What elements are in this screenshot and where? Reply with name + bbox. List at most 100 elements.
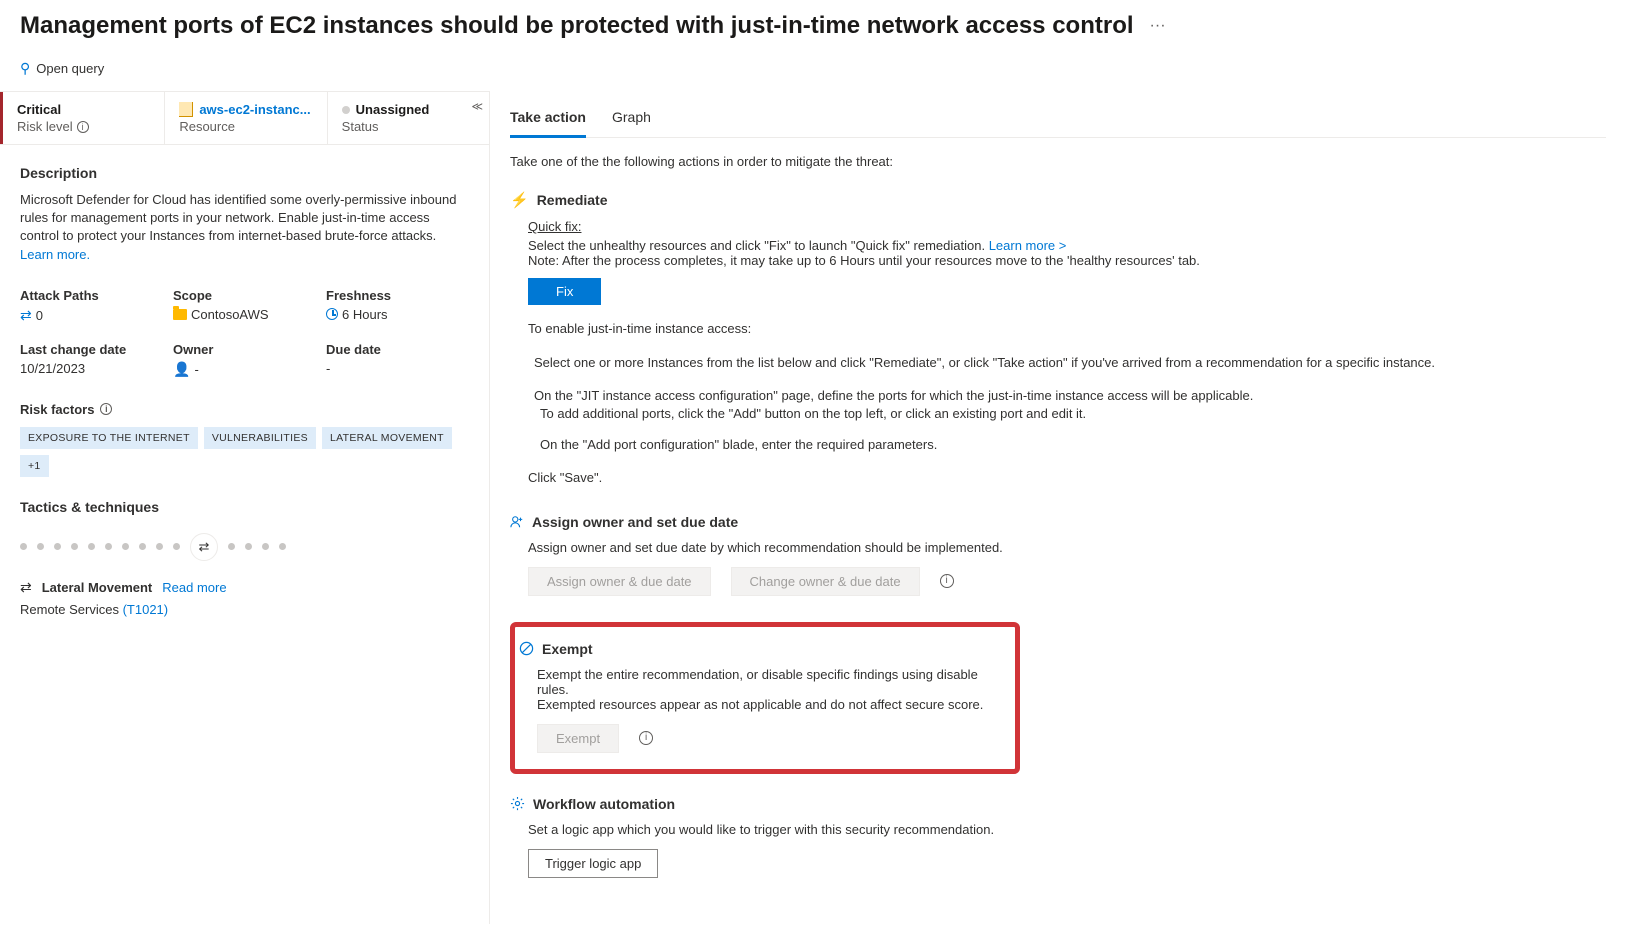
risk-tag-more[interactable]: +1 <box>20 455 49 477</box>
assign-owner-button[interactable]: Assign owner & due date <box>528 567 711 596</box>
chain-dot <box>262 543 269 550</box>
remediate-step3: On the "Add port configuration" blade, e… <box>540 435 1606 455</box>
more-actions-icon[interactable]: ··· <box>1150 17 1166 35</box>
status-dot-icon <box>342 106 350 114</box>
read-more-link[interactable]: Read more <box>162 580 226 595</box>
chain-dot <box>88 543 95 550</box>
page-title: Management ports of EC2 instances should… <box>20 12 1134 40</box>
open-query-link[interactable]: ⚲ Open query <box>20 60 104 77</box>
resource-icon <box>179 103 193 117</box>
chain-dot <box>139 543 146 550</box>
last-change-value: 10/21/2023 <box>20 361 163 376</box>
remediate-title: Remediate <box>537 192 608 208</box>
description-learn-more-link[interactable]: Learn more. <box>20 247 90 262</box>
info-icon[interactable]: i <box>639 731 653 745</box>
resource-link[interactable]: aws-ec2-instanc... <box>199 102 310 117</box>
last-change-label: Last change date <box>20 342 163 357</box>
assign-owner-title: Assign owner and set due date <box>532 514 738 530</box>
freshness-block: Freshness 6 Hours <box>326 288 469 324</box>
chain-dot <box>71 543 78 550</box>
attack-paths-label: Attack Paths <box>20 288 163 303</box>
trigger-logic-app-button[interactable]: Trigger logic app <box>528 849 658 878</box>
owner-value: - <box>194 362 198 377</box>
chain-dot <box>228 543 235 550</box>
remediate-learn-more-link[interactable]: Learn more > <box>989 238 1067 253</box>
remediate-line1: Select the unhealthy resources and click… <box>528 238 989 253</box>
chain-dot <box>122 543 129 550</box>
chain-active-icon[interactable]: ⇄ <box>190 533 218 561</box>
resource-cell: aws-ec2-instanc... Resource <box>165 92 327 144</box>
lateral-movement-icon: ⇄ <box>20 579 32 596</box>
owner-label: Owner <box>173 342 316 357</box>
attack-paths-value: 0 <box>36 308 43 323</box>
chain-dot <box>54 543 61 550</box>
lateral-movement-label: Lateral Movement <box>42 580 153 595</box>
status-cell: Unassigned Status <box>328 92 489 144</box>
tactics-chain: ⇄ <box>20 533 469 561</box>
lightning-icon: ⚡ <box>510 191 529 209</box>
chain-dot <box>20 543 27 550</box>
freshness-value: 6 Hours <box>342 307 388 322</box>
remediate-step1: Select one or more Instances from the li… <box>534 353 1606 373</box>
due-date-value: - <box>326 361 469 376</box>
due-date-block: Due date - <box>326 342 469 378</box>
person-icon: 👤 <box>173 361 190 378</box>
risk-level-value: Critical <box>17 102 150 117</box>
exempt-desc1: Exempt the entire recommendation, or dis… <box>537 667 1001 697</box>
exempt-button[interactable]: Exempt <box>537 724 619 753</box>
description-text: Microsoft Defender for Cloud has identif… <box>20 191 469 264</box>
freshness-label: Freshness <box>326 288 469 303</box>
change-owner-button[interactable]: Change owner & due date <box>731 567 920 596</box>
tab-graph[interactable]: Graph <box>612 101 651 137</box>
fix-button[interactable]: Fix <box>528 278 601 305</box>
tabs: Take action Graph <box>510 101 1606 138</box>
assign-owner-desc: Assign owner and set due date by which r… <box>528 540 1606 555</box>
attack-path-icon: ⇄ <box>20 307 32 324</box>
risk-factors-label: Risk factors <box>20 402 94 417</box>
workflow-block: Workflow automation Set a logic app whic… <box>510 796 1606 878</box>
tactics-heading: Tactics & techniques <box>20 499 469 515</box>
remote-services-label: Remote Services <box>20 602 123 617</box>
remediate-block: ⚡ Remediate Quick fix: Select the unheal… <box>510 191 1606 488</box>
quick-fix-label: Quick fix: <box>528 219 1606 234</box>
remote-services-link[interactable]: (T1021) <box>123 602 169 617</box>
workflow-desc: Set a logic app which you would like to … <box>528 822 1606 837</box>
summary-row: Critical Risk level i aws-ec2-instanc...… <box>0 91 489 145</box>
info-icon[interactable]: i <box>940 574 954 588</box>
risk-tag[interactable]: LATERAL MOVEMENT <box>322 427 452 449</box>
risk-tag[interactable]: VULNERABILITIES <box>204 427 316 449</box>
query-icon: ⚲ <box>20 60 30 77</box>
chain-dot <box>173 543 180 550</box>
take-action-intro: Take one of the the following actions in… <box>510 154 1606 169</box>
exempt-desc2: Exempted resources appear as not applica… <box>537 697 1001 712</box>
status-label: Status <box>342 119 475 134</box>
resource-label: Resource <box>179 119 312 134</box>
clock-icon <box>326 308 338 320</box>
last-change-block: Last change date 10/21/2023 <box>20 342 163 378</box>
status-value: Unassigned <box>356 102 430 117</box>
due-date-label: Due date <box>326 342 469 357</box>
scope-label: Scope <box>173 288 316 303</box>
remediate-step2a: On the "JIT instance access configuratio… <box>534 386 1606 406</box>
remediate-step4: Click "Save". <box>528 468 1606 488</box>
description-heading: Description <box>20 165 469 181</box>
scope-value: ContosoAWS <box>191 307 269 322</box>
info-icon[interactable]: i <box>77 121 89 133</box>
owner-block: Owner 👤 - <box>173 342 316 378</box>
tab-take-action[interactable]: Take action <box>510 101 586 138</box>
remediate-enable: To enable just-in-time instance access: <box>528 319 1606 339</box>
chain-dot <box>245 543 252 550</box>
risk-tag[interactable]: EXPOSURE TO THE INTERNET <box>20 427 198 449</box>
chain-dot <box>105 543 112 550</box>
info-icon[interactable]: i <box>100 403 112 415</box>
prohibit-icon <box>519 641 534 656</box>
remediate-line2: Note: After the process completes, it ma… <box>528 253 1606 268</box>
attack-paths-block: Attack Paths ⇄ 0 <box>20 288 163 324</box>
collapse-panel-icon[interactable]: ≪ <box>471 100 483 113</box>
person-plus-icon <box>510 515 524 529</box>
workflow-title: Workflow automation <box>533 796 675 812</box>
chain-dot <box>37 543 44 550</box>
folder-icon <box>173 309 187 320</box>
assign-owner-block: Assign owner and set due date Assign own… <box>510 514 1606 596</box>
risk-level-label: Risk level <box>17 119 73 134</box>
